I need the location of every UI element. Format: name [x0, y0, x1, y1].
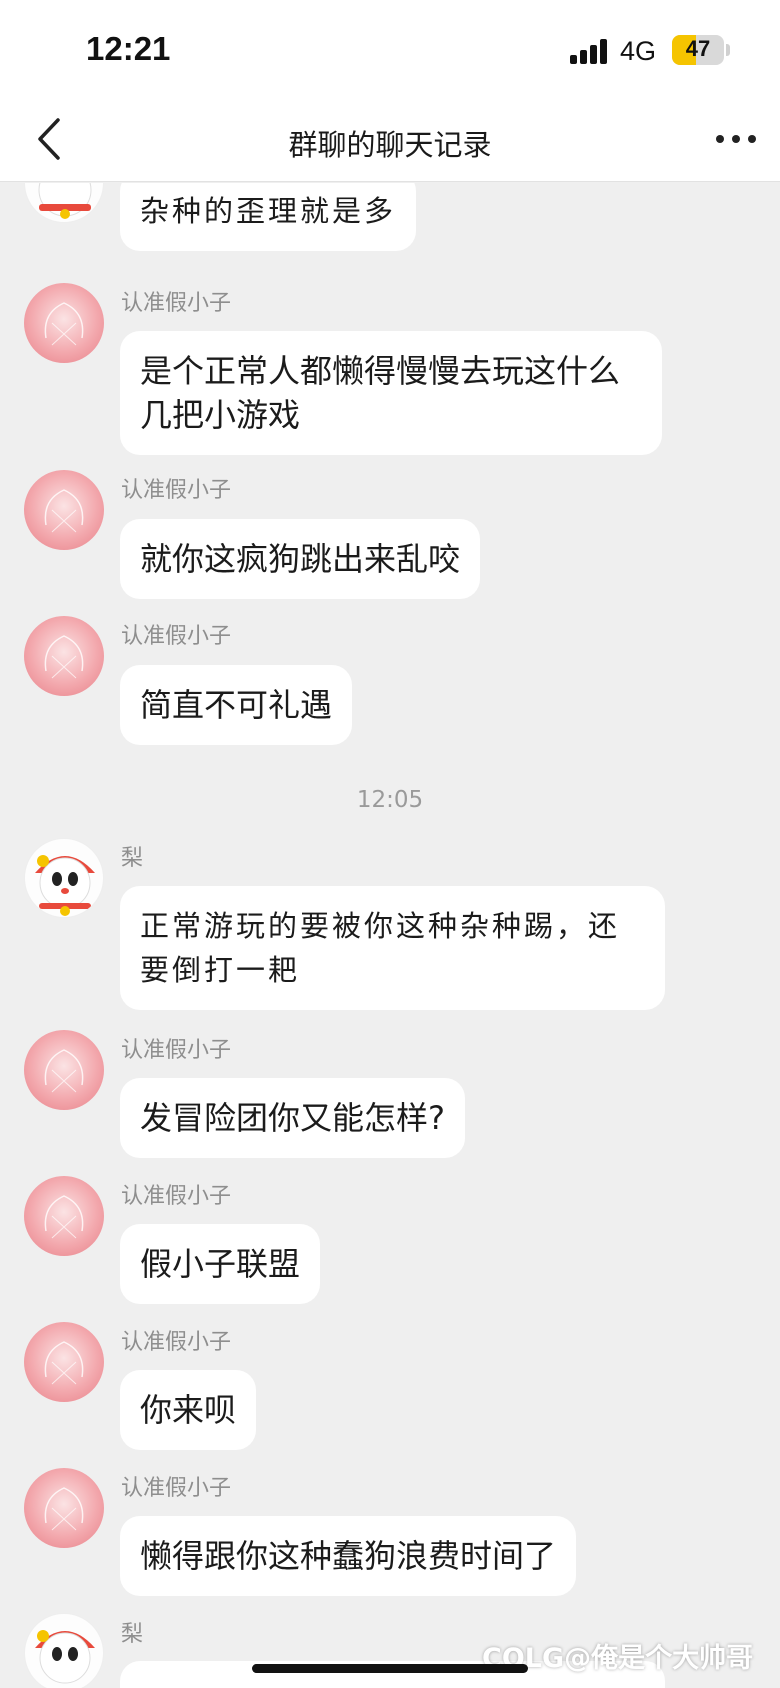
battery-icon: 47: [672, 35, 724, 65]
status-bar: 12:21 4G 47: [0, 0, 780, 100]
sender-name: 认准假小子: [121, 1476, 232, 1501]
chat-history[interactable]: 杂种的歪理就是多 认准假小子 是个正常人都懒得慢慢去玩这什么几把小游戏 认准假小…: [0, 183, 780, 1688]
network-type: 4G: [620, 36, 657, 66]
message-bubble[interactable]: 正常游玩的要被你这种杂种踢，还要倒打一耙: [120, 886, 665, 1010]
message-text: 懒得跟你这种蠢狗浪费时间了: [140, 1537, 557, 1575]
message-bubble[interactable]: 简直不可礼遇: [120, 665, 353, 745]
signal-icon: [570, 38, 610, 64]
avatar[interactable]: [24, 470, 104, 550]
message-bubble[interactable]: 你来呗: [120, 1370, 257, 1450]
message-bubble[interactable]: 假小子联盟: [120, 1224, 321, 1304]
avatar[interactable]: [24, 283, 104, 363]
message-text: 正常游玩的要被你这种杂种踢，还要倒打一耙: [140, 909, 621, 987]
sender-name: 认准假小子: [121, 291, 232, 316]
avatar[interactable]: [24, 1030, 104, 1110]
message-bubble[interactable]: 杂种的歪理就是多: [120, 183, 417, 251]
message-bubble[interactable]: 就你这疯狗跳出来乱咬: [120, 519, 481, 599]
sender-name: 梨: [121, 846, 144, 871]
avatar[interactable]: [24, 616, 104, 696]
sender-name: 认准假小子: [121, 624, 232, 649]
message-text: 杂种的歪理就是多: [140, 194, 397, 228]
message-text: 你来呗: [140, 1391, 237, 1429]
message-bubble[interactable]: 懒得跟你这种蠢狗浪费时间了: [120, 1516, 577, 1596]
message-bubble[interactable]: 发冒险团你又能怎样?: [120, 1078, 465, 1158]
time-divider: 12:05: [356, 787, 424, 813]
message-text: 假小子联盟: [140, 1245, 301, 1283]
avatar[interactable]: [24, 183, 104, 223]
more-horizontal-icon[interactable]: [712, 122, 762, 156]
sender-name: 认准假小子: [121, 478, 232, 503]
sender-name: 认准假小子: [121, 1038, 232, 1063]
sender-name: 梨: [121, 1622, 144, 1647]
avatar[interactable]: [24, 1613, 104, 1688]
battery-percent: 47: [685, 36, 711, 61]
avatar[interactable]: [24, 1322, 104, 1402]
status-time: 12:21: [86, 30, 171, 67]
nav-bar: 群聊的聊天记录: [0, 100, 780, 182]
avatar[interactable]: [24, 838, 104, 918]
message-text: 就你这疯狗跳出来乱咬: [140, 540, 461, 578]
message-bubble[interactable]: 是个正常人都懒得慢慢去玩这什么几把小游戏: [120, 331, 662, 455]
avatar[interactable]: [24, 1176, 104, 1256]
page-title: 群聊的聊天记录: [288, 128, 492, 162]
sender-name: 认准假小子: [121, 1330, 232, 1355]
message-text: 发冒险团你又能怎样?: [140, 1099, 445, 1137]
sender-name: 认准假小子: [121, 1184, 232, 1209]
message-text: 简直不可礼遇: [140, 686, 333, 724]
battery-tip: [726, 44, 730, 56]
message-text: 是个正常人都懒得慢慢去玩这什么几把小游戏: [140, 352, 621, 434]
home-indicator[interactable]: [252, 1664, 528, 1673]
avatar[interactable]: [24, 1468, 104, 1548]
